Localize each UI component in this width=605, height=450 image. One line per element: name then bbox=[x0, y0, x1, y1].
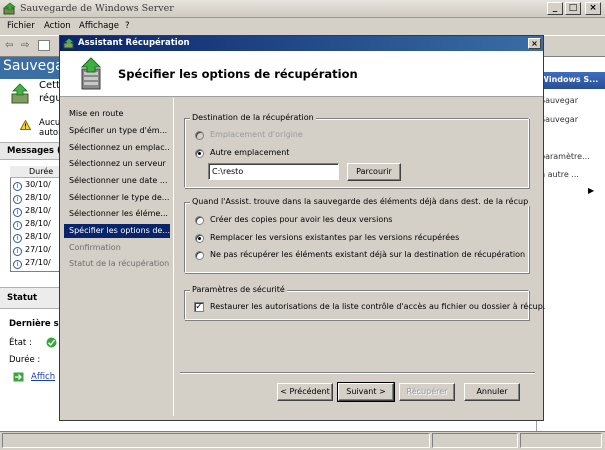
destination-path-input[interactable] bbox=[208, 163, 339, 180]
last-backup-label: Dernière sa bbox=[9, 319, 65, 329]
cancel-button[interactable]: Annuler bbox=[464, 383, 520, 401]
menu-help[interactable]: ? bbox=[125, 21, 130, 31]
skip-existing-label: Ne pas récupérer les éléments existant d… bbox=[210, 250, 526, 259]
backup-app-icon bbox=[3, 2, 16, 15]
wizard-heading: Spécifier les options de récupération bbox=[118, 67, 358, 81]
forward-arrow-icon[interactable]: ⇨ bbox=[21, 41, 33, 51]
notice-partial-1: Aucu bbox=[39, 118, 61, 128]
action-link[interactable]: Sauvegar bbox=[540, 96, 578, 105]
action-link[interactable]: Sauvegar bbox=[540, 115, 578, 124]
status-section-header: Statut bbox=[0, 287, 60, 309]
info-icon: i bbox=[13, 208, 22, 217]
actions-pane bbox=[536, 57, 605, 431]
actions-pane-header[interactable]: Windows S... bbox=[537, 72, 605, 89]
success-check-icon bbox=[46, 337, 57, 348]
step-specify-options: Spécifier les options de... bbox=[64, 224, 170, 238]
show-details-link[interactable]: Affich bbox=[31, 372, 55, 382]
create-copies-radio[interactable] bbox=[195, 216, 204, 225]
menu-action[interactable]: Action bbox=[44, 21, 71, 31]
wizard-title: Assistant Récupération bbox=[78, 38, 190, 48]
message-row[interactable]: i 30/10/ bbox=[13, 180, 51, 191]
info-icon: i bbox=[13, 182, 22, 191]
action-link[interactable]: n autre ... bbox=[540, 170, 579, 179]
button-separator bbox=[180, 372, 535, 374]
messages-section-header: Messages ( bbox=[0, 142, 61, 160]
status-bar-cell bbox=[520, 433, 602, 448]
state-label: État : bbox=[9, 338, 32, 348]
menu-bar: Fichier Action Affichage ? bbox=[0, 18, 605, 35]
step-select-type: Sélectionner le type de... bbox=[69, 193, 170, 202]
info-icon: i bbox=[13, 247, 22, 256]
wizard-title-bar[interactable]: Assistant Récupération bbox=[60, 36, 543, 51]
step-recovery-type: Spécifier un type d'ém... bbox=[69, 126, 168, 135]
back-arrow-icon[interactable]: ⇦ bbox=[5, 41, 17, 51]
step-select-items: Sélectionner les éléme... bbox=[69, 209, 168, 218]
action-link[interactable]: paramètre... bbox=[540, 152, 590, 161]
create-copies-label: Créer des copies pour avoir les deux ver… bbox=[210, 215, 393, 224]
original-location-label: Emplacement d'origine bbox=[210, 130, 303, 139]
menu-view[interactable]: Affichage bbox=[79, 21, 119, 31]
backup-server-icon bbox=[11, 83, 29, 104]
security-group-label: Paramètres de sécurité bbox=[190, 285, 287, 294]
info-icon: i bbox=[13, 234, 22, 243]
main-window-title: Sauvegarde de Windows Server bbox=[20, 3, 174, 14]
duration-label: Durée : bbox=[9, 355, 41, 365]
status-bar-cell bbox=[2, 433, 430, 448]
restore-acl-label: Restaurer les autorisations de la liste … bbox=[210, 302, 546, 311]
info-icon: i bbox=[13, 195, 22, 204]
main-title-bar[interactable]: Sauvegarde de Windows Server _ □ × bbox=[0, 0, 605, 18]
panel-title-band: Sauvegar bbox=[0, 57, 69, 79]
restore-acl-checkbox[interactable]: ✓ bbox=[194, 302, 204, 312]
console-tree-icon[interactable] bbox=[38, 40, 50, 51]
message-row[interactable]: i 28/10/ bbox=[13, 193, 51, 204]
actions-header-label: Windows S... bbox=[540, 75, 599, 84]
info-icon: i bbox=[13, 260, 22, 269]
browse-button[interactable]: Parcourir bbox=[347, 163, 401, 181]
message-row[interactable]: i 27/10/ bbox=[13, 258, 51, 269]
duration-column-label: Durée bbox=[29, 167, 54, 176]
next-button[interactable]: Suivant > bbox=[337, 382, 395, 402]
step-select-location: Sélectionnez un emplac... bbox=[69, 143, 170, 152]
menu-file[interactable]: Fichier bbox=[7, 21, 35, 31]
wizard-close-button[interactable]: × bbox=[528, 38, 541, 49]
conflict-group-label: Quand l'Assist. trouve dans la sauvegard… bbox=[190, 197, 531, 206]
step-getting-started: Mise en route bbox=[69, 109, 124, 118]
message-row[interactable]: i 28/10/ bbox=[13, 232, 51, 243]
close-button[interactable]: × bbox=[585, 2, 601, 15]
expand-arrow-icon[interactable]: ▶ bbox=[588, 186, 594, 195]
recover-button[interactable]: Récupérer bbox=[399, 383, 455, 401]
other-location-radio[interactable] bbox=[195, 149, 204, 158]
messages-label: Messages ( bbox=[7, 146, 61, 156]
step-confirmation: Confirmation bbox=[69, 243, 121, 252]
status-bar-cell bbox=[432, 433, 518, 448]
arrow-link-icon bbox=[13, 372, 24, 382]
status-title: Statut bbox=[7, 293, 38, 303]
recovery-server-icon bbox=[80, 57, 102, 90]
replace-existing-radio[interactable] bbox=[195, 234, 204, 243]
other-location-label: Autre emplacement bbox=[210, 148, 290, 157]
previous-button[interactable]: < Précédent bbox=[277, 383, 333, 401]
wizard-icon bbox=[63, 38, 74, 49]
wizard-header: Spécifier les options de récupération bbox=[60, 51, 543, 97]
message-row[interactable]: i 28/10/ bbox=[13, 219, 51, 230]
message-row[interactable]: i 27/10/ bbox=[13, 245, 51, 256]
warning-icon bbox=[20, 120, 31, 130]
step-recovery-status: Statut de la récupération bbox=[69, 259, 170, 268]
step-select-date: Sélectionner une date ... bbox=[69, 176, 168, 185]
heading-partial-1: Cett bbox=[39, 80, 60, 91]
message-row[interactable]: i 28/10/ bbox=[13, 206, 51, 217]
step-select-server: Sélectionnez un serveur bbox=[69, 159, 166, 168]
minimize-button[interactable]: _ bbox=[547, 2, 563, 15]
messages-column-header[interactable]: Durée bbox=[10, 166, 62, 178]
maximize-button[interactable]: □ bbox=[565, 2, 581, 15]
original-location-radio[interactable] bbox=[195, 131, 204, 140]
destination-group-label: Destination de la récupération bbox=[190, 113, 316, 122]
replace-existing-label: Remplacer les versions existantes par le… bbox=[210, 233, 460, 242]
info-icon: i bbox=[13, 221, 22, 230]
skip-existing-radio[interactable] bbox=[195, 251, 204, 260]
